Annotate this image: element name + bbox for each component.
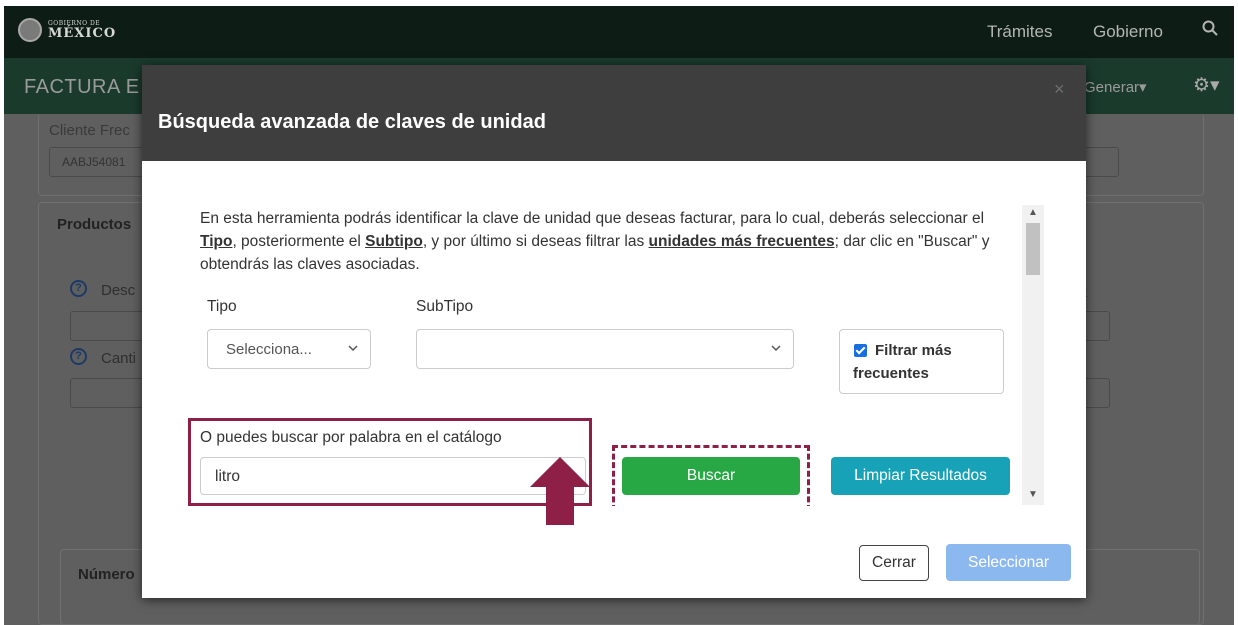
seleccionar-button[interactable]: Seleccionar <box>946 544 1071 581</box>
frecuentes-emphasis: unidades más frecuentes <box>648 233 835 250</box>
tipo-emphasis: Tipo <box>200 233 233 250</box>
arrow-up-icon <box>530 457 590 525</box>
close-icon[interactable]: × <box>1054 79 1065 100</box>
subtipo-emphasis: Subtipo <box>365 233 423 250</box>
subtipo-select[interactable] <box>416 329 794 369</box>
chevron-down-icon <box>348 345 358 352</box>
gov-logo-text: MÉXICO <box>48 25 117 41</box>
intro-text: En esta herramienta podrás identificar l… <box>200 210 990 273</box>
subtipo-label: SubTipo <box>416 298 474 315</box>
unit-search-modal: Búsqueda avanzada de claves de unidad × … <box>142 65 1086 598</box>
descripcion-label: Desc <box>101 282 136 299</box>
help-icon[interactable]: ? <box>70 348 87 365</box>
scroll-thumb[interactable] <box>1026 223 1040 275</box>
modal-header: Búsqueda avanzada de claves de unidad × <box>142 65 1086 161</box>
help-icon[interactable]: ? <box>70 280 87 297</box>
nav-gobierno[interactable]: Gobierno <box>1093 22 1163 42</box>
productos-heading: Productos <box>57 216 132 233</box>
scroll-down-icon[interactable]: ▼ <box>1028 489 1038 500</box>
seal-icon <box>18 18 42 42</box>
scroll-up-icon[interactable]: ▲ <box>1028 207 1038 218</box>
cerrar-button[interactable]: Cerrar <box>859 545 929 581</box>
filter-frequent-box: Filtrar más frecuentes <box>839 329 1004 394</box>
limpiar-button[interactable]: Limpiar Resultados <box>831 457 1010 495</box>
app-title: FACTURA E <box>24 76 140 98</box>
search-icon[interactable] <box>1202 20 1218 36</box>
numero-heading: Número <box>78 566 135 583</box>
modal-title: Búsqueda avanzada de claves de unidad <box>158 111 546 133</box>
right-input[interactable] <box>1084 311 1110 341</box>
client-field-right[interactable] <box>1084 147 1119 177</box>
cantidad-label: Canti <box>101 350 137 367</box>
buscar-button[interactable]: Buscar <box>622 457 800 495</box>
tipo-label: Tipo <box>207 298 237 315</box>
tipo-select[interactable]: Selecciona... <box>207 329 371 369</box>
gear-icon[interactable]: ⚙▾ <box>1193 74 1220 97</box>
generar-menu[interactable]: Generar▾ <box>1084 78 1147 96</box>
search-label: O puedes buscar por palabra en el catálo… <box>200 429 502 446</box>
modal-body: En esta herramienta podrás identificar l… <box>142 161 1044 506</box>
gov-logo[interactable]: GOBIERNO DE MÉXICO <box>18 18 116 42</box>
cliente-label: Cliente Frec <box>49 122 130 139</box>
search-input[interactable]: litro <box>200 457 586 495</box>
nav-tramites[interactable]: Trámites <box>987 22 1053 42</box>
chevron-down-icon <box>771 345 781 352</box>
filter-frequent-label[interactable]: Filtrar más frecuentes <box>853 339 993 385</box>
right-input-2[interactable] <box>1084 378 1110 408</box>
gov-header: GOBIERNO DE MÉXICO Trámites Gobierno <box>4 6 1234 58</box>
scrollbar[interactable]: ▲ ▼ <box>1022 205 1044 505</box>
